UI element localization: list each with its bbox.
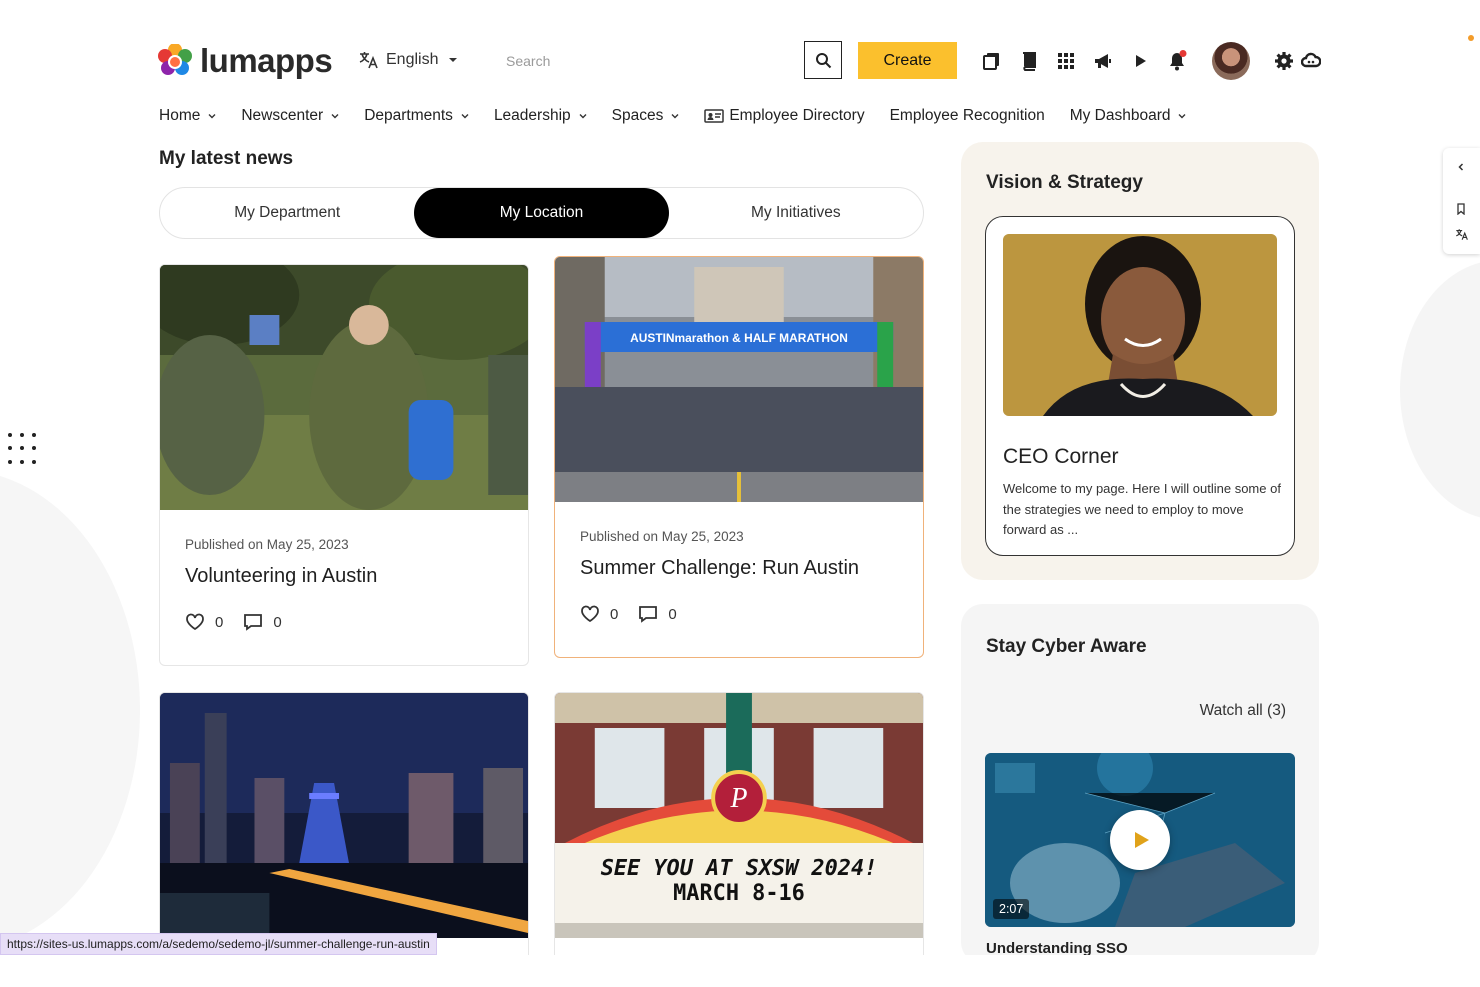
pages-icon[interactable] xyxy=(981,50,1003,72)
banner-text: AUSTINmarathon & HALF MARATHON xyxy=(630,331,848,345)
like-count: 0 xyxy=(215,613,224,631)
news-card[interactable]: Published on May 25, 2023 Volunteering i… xyxy=(159,264,529,666)
published-date: Published on May 25, 2023 xyxy=(185,537,349,552)
news-card[interactable]: P SEE YOU AT SXSW 2024! MARCH 8-16 xyxy=(554,692,924,962)
tab-my-department[interactable]: My Department xyxy=(160,188,414,238)
logo-mark-icon xyxy=(158,44,192,75)
news-card-image xyxy=(160,693,528,938)
background-arc xyxy=(1400,260,1480,520)
news-card-image: P SEE YOU AT SXSW 2024! MARCH 8-16 xyxy=(555,693,923,938)
logo[interactable]: lumapps xyxy=(158,42,333,80)
video-thumbnail[interactable]: 2:07 xyxy=(985,753,1295,927)
marquee-line-1: SEE YOU AT SXSW 2024! xyxy=(601,856,878,881)
side-toolbar xyxy=(1443,148,1480,254)
news-card-image xyxy=(160,265,528,510)
indicator-dot xyxy=(1468,35,1474,41)
nav-item-label: Employee Recognition xyxy=(889,107,1045,124)
language-label: English xyxy=(386,51,439,68)
nav-item-label: Leadership xyxy=(493,107,571,124)
settings-icon[interactable] xyxy=(1273,50,1295,72)
nav-item-leadership[interactable]: Leadership xyxy=(494,107,587,125)
tab-my-location[interactable]: My Location xyxy=(414,188,669,238)
nav-item-my-dashboard[interactable]: My Dashboard xyxy=(1070,107,1187,125)
language-selector[interactable]: English xyxy=(358,50,460,70)
nav-item-departments[interactable]: Departments xyxy=(364,107,469,125)
contact-card-icon xyxy=(704,109,725,123)
apps-grid-icon[interactable] xyxy=(1055,50,1077,72)
chevron-down-icon xyxy=(1178,114,1186,119)
widget-title: Stay Cyber Aware xyxy=(986,636,1147,657)
watch-all-link[interactable]: Watch all (3) xyxy=(1200,702,1286,720)
logo-text: lumapps xyxy=(200,42,333,79)
page: lumapps English Search Create Home Newsc… xyxy=(0,0,1480,987)
nav-item-label: My Dashboard xyxy=(1069,107,1171,124)
search-icon xyxy=(815,52,831,68)
news-card-title[interactable]: Summer Challenge: Run Austin xyxy=(580,557,859,580)
news-card[interactable]: AUSTINmarathon & HALF MARATHON Published… xyxy=(554,256,924,658)
published-date: Published on May 25, 2023 xyxy=(580,529,744,544)
tab-my-initiatives[interactable]: My Initiatives xyxy=(669,188,923,238)
chevron-down-icon xyxy=(671,114,679,119)
ceo-photo xyxy=(1003,234,1277,416)
heart-icon[interactable] xyxy=(185,613,205,631)
nav-item-label: Home xyxy=(159,107,201,124)
video-duration: 2:07 xyxy=(993,899,1030,919)
vision-strategy-widget: Vision & Strategy CEO Corner Welcome to … xyxy=(961,142,1319,580)
news-card-title[interactable]: Volunteering in Austin xyxy=(185,565,377,588)
chevron-down-icon xyxy=(208,114,216,119)
news-card[interactable] xyxy=(159,692,529,962)
translate-icon[interactable] xyxy=(1454,227,1468,241)
nav-item-label: Spaces xyxy=(611,107,664,124)
nav-item-label: Employee Directory xyxy=(729,107,865,124)
comment-icon[interactable] xyxy=(638,605,658,623)
play-icon[interactable] xyxy=(1129,50,1151,72)
news-tabs: My Department My Location My Initiatives xyxy=(159,187,924,239)
comment-icon[interactable] xyxy=(243,613,263,631)
bell-icon[interactable] xyxy=(1166,50,1188,72)
nav-item-spaces[interactable]: Spaces xyxy=(612,107,680,125)
play-button[interactable] xyxy=(1110,810,1170,870)
ceo-corner-card[interactable]: CEO Corner Welcome to my page. Here I wi… xyxy=(985,216,1295,556)
user-avatar[interactable] xyxy=(1212,42,1250,80)
comment-count: 0 xyxy=(668,605,677,623)
megaphone-icon[interactable] xyxy=(1092,50,1114,72)
caret-down-icon xyxy=(449,58,458,62)
nav-item-home[interactable]: Home xyxy=(159,107,216,125)
search-button[interactable] xyxy=(804,41,842,79)
news-card-image: AUSTINmarathon & HALF MARATHON xyxy=(555,257,923,502)
nav-item-employee-recognition[interactable]: Employee Recognition xyxy=(890,107,1045,125)
comment-count: 0 xyxy=(273,613,282,631)
nav-item-label: Newscenter xyxy=(241,107,324,124)
nav-item-label: Departments xyxy=(364,107,453,124)
ceo-corner-excerpt: Welcome to my page. Here I will outline … xyxy=(1003,481,1281,537)
play-icon xyxy=(1135,832,1149,848)
dots-menu-icon[interactable] xyxy=(8,433,40,465)
page-bottom xyxy=(0,955,1480,987)
section-title: My latest news xyxy=(159,148,294,169)
like-count: 0 xyxy=(610,605,619,623)
widget-title: Vision & Strategy xyxy=(986,172,1143,193)
chevron-down-icon xyxy=(461,114,469,119)
nav-item-employee-directory[interactable]: Employee Directory xyxy=(704,107,865,125)
main-navigation: Home Newscenter Departments Leadership S… xyxy=(159,107,1211,125)
nav-item-newscenter[interactable]: Newscenter xyxy=(241,107,339,125)
cyber-aware-widget: Stay Cyber Aware Watch all (3) 2:07 Unde… xyxy=(961,604,1319,964)
heart-icon[interactable] xyxy=(580,605,600,623)
svg-text:P: P xyxy=(730,783,748,814)
chevron-down-icon xyxy=(331,114,339,119)
link-status-bar: https://sites-us.lumapps.com/a/sedemo/se… xyxy=(0,933,437,955)
search-input[interactable]: Search xyxy=(506,53,550,69)
marquee-line-2: MARCH 8-16 xyxy=(673,881,805,906)
chevron-left-icon[interactable] xyxy=(1454,160,1468,174)
chevron-down-icon xyxy=(579,114,587,119)
book-icon[interactable] xyxy=(1018,50,1040,72)
cloud-icon[interactable] xyxy=(1300,50,1322,72)
create-button[interactable]: Create xyxy=(858,42,957,79)
ceo-corner-title[interactable]: CEO Corner xyxy=(1003,445,1119,469)
background-arc xyxy=(0,470,140,950)
bookmark-icon[interactable] xyxy=(1454,202,1468,216)
translate-icon xyxy=(359,52,378,69)
